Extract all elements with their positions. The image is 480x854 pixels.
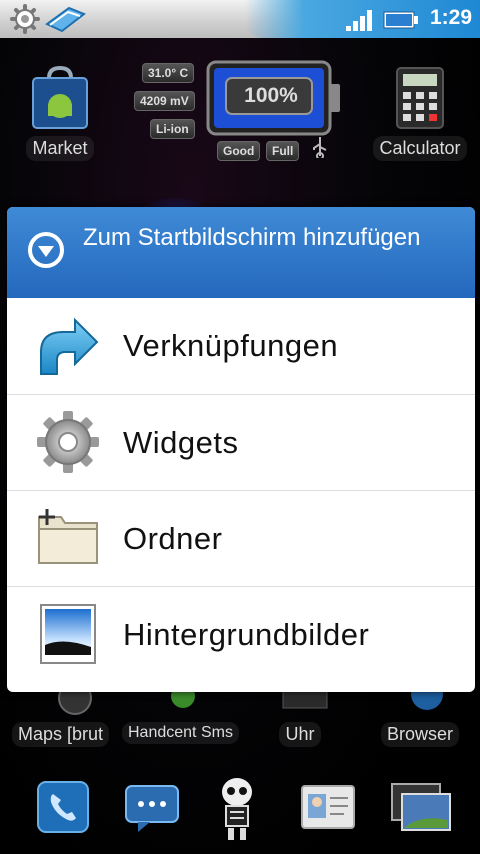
option-label: Ordner xyxy=(123,521,223,556)
option-wallpapers[interactable]: Hintergrundbilder xyxy=(7,586,475,683)
gallery-icon[interactable] xyxy=(390,780,454,836)
app-handcent-sms[interactable]: Handcent Sms xyxy=(122,684,239,744)
contacts-icon[interactable] xyxy=(300,780,356,836)
app-calculator[interactable]: Calculator xyxy=(372,64,468,161)
add-to-home-dialog: Zum Startbildschirm hinzufügen Verknüpfu… xyxy=(7,207,475,692)
app-label: Browser xyxy=(380,722,459,747)
option-label: Hintergrundbilder xyxy=(123,617,370,652)
app-browser[interactable]: Browser xyxy=(372,678,468,747)
option-label: Widgets xyxy=(123,425,239,460)
dialog-title: Zum Startbildschirm hinzufügen xyxy=(83,224,421,251)
signal-strength-icon xyxy=(346,10,372,31)
app-label: Handcent Sms xyxy=(122,722,239,744)
usb-icon xyxy=(313,137,327,158)
battery-level-text: 100% xyxy=(244,84,298,107)
battery-type: Li-ion xyxy=(150,119,195,139)
app-clock[interactable]: Uhr xyxy=(252,688,348,747)
option-shortcuts[interactable]: Verknüpfungen xyxy=(7,298,475,394)
wallpaper-icon xyxy=(40,604,96,664)
battery-voltage: 4209 mV xyxy=(134,91,195,111)
app-label: Market xyxy=(26,136,94,161)
globe-icon xyxy=(411,678,443,710)
status-bar: 1:29 xyxy=(0,0,480,38)
battery-status: Full xyxy=(266,141,300,161)
shortcut-arrow-icon xyxy=(40,317,99,375)
phone-icon[interactable] xyxy=(36,780,92,836)
option-widgets[interactable]: Widgets xyxy=(7,394,475,491)
compass-icon xyxy=(58,681,92,715)
battery-temperature: 31.0° C xyxy=(142,63,195,83)
dialog-header: Zum Startbildschirm hinzufügen xyxy=(7,207,475,298)
app-market[interactable]: Market xyxy=(12,64,108,161)
calculator-icon xyxy=(396,67,444,129)
app-maps[interactable]: Maps [brut xyxy=(12,681,110,747)
notification-app-icon[interactable] xyxy=(44,4,88,34)
app-label: Uhr xyxy=(279,722,321,747)
option-label: Verknüpfungen xyxy=(123,328,339,363)
chevron-down-circle-icon xyxy=(28,232,64,268)
messaging-icon[interactable] xyxy=(124,780,180,836)
clock: 1:29 xyxy=(429,6,472,29)
battery-icon xyxy=(383,11,418,29)
clock-icon xyxy=(282,689,328,709)
app-label: Calculator xyxy=(373,136,467,161)
market-icon xyxy=(32,65,88,129)
battery-health: Good xyxy=(217,141,261,161)
folder-icon xyxy=(38,509,98,564)
option-folder[interactable]: Ordner xyxy=(7,490,475,587)
app-label: Maps [brut xyxy=(12,722,110,747)
skeleton-icon[interactable] xyxy=(212,776,262,842)
settings-gear-icon[interactable] xyxy=(8,4,42,34)
gear-icon xyxy=(37,411,99,473)
handcent-icon xyxy=(171,684,195,708)
